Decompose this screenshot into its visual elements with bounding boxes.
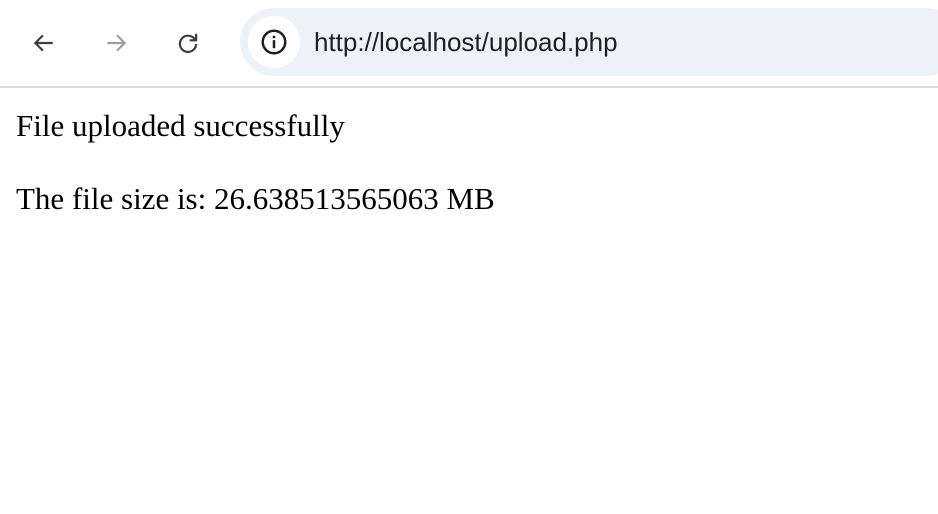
address-bar[interactable]: http://localhost/upload.php bbox=[240, 8, 938, 76]
file-size-text: The file size is: 26.638513565063 MB bbox=[16, 181, 495, 216]
forward-button[interactable] bbox=[94, 21, 138, 65]
back-button[interactable] bbox=[22, 21, 66, 65]
upload-status-message: File uploaded successfully bbox=[16, 108, 345, 143]
site-info-button[interactable] bbox=[248, 16, 300, 68]
browser-toolbar: http://localhost/upload.php bbox=[0, 0, 938, 88]
forward-arrow-icon bbox=[107, 34, 127, 52]
reload-icon bbox=[178, 33, 198, 53]
back-arrow-icon bbox=[33, 34, 53, 52]
url-text[interactable]: http://localhost/upload.php bbox=[314, 8, 618, 76]
reload-button[interactable] bbox=[166, 21, 210, 65]
info-icon bbox=[261, 29, 287, 55]
